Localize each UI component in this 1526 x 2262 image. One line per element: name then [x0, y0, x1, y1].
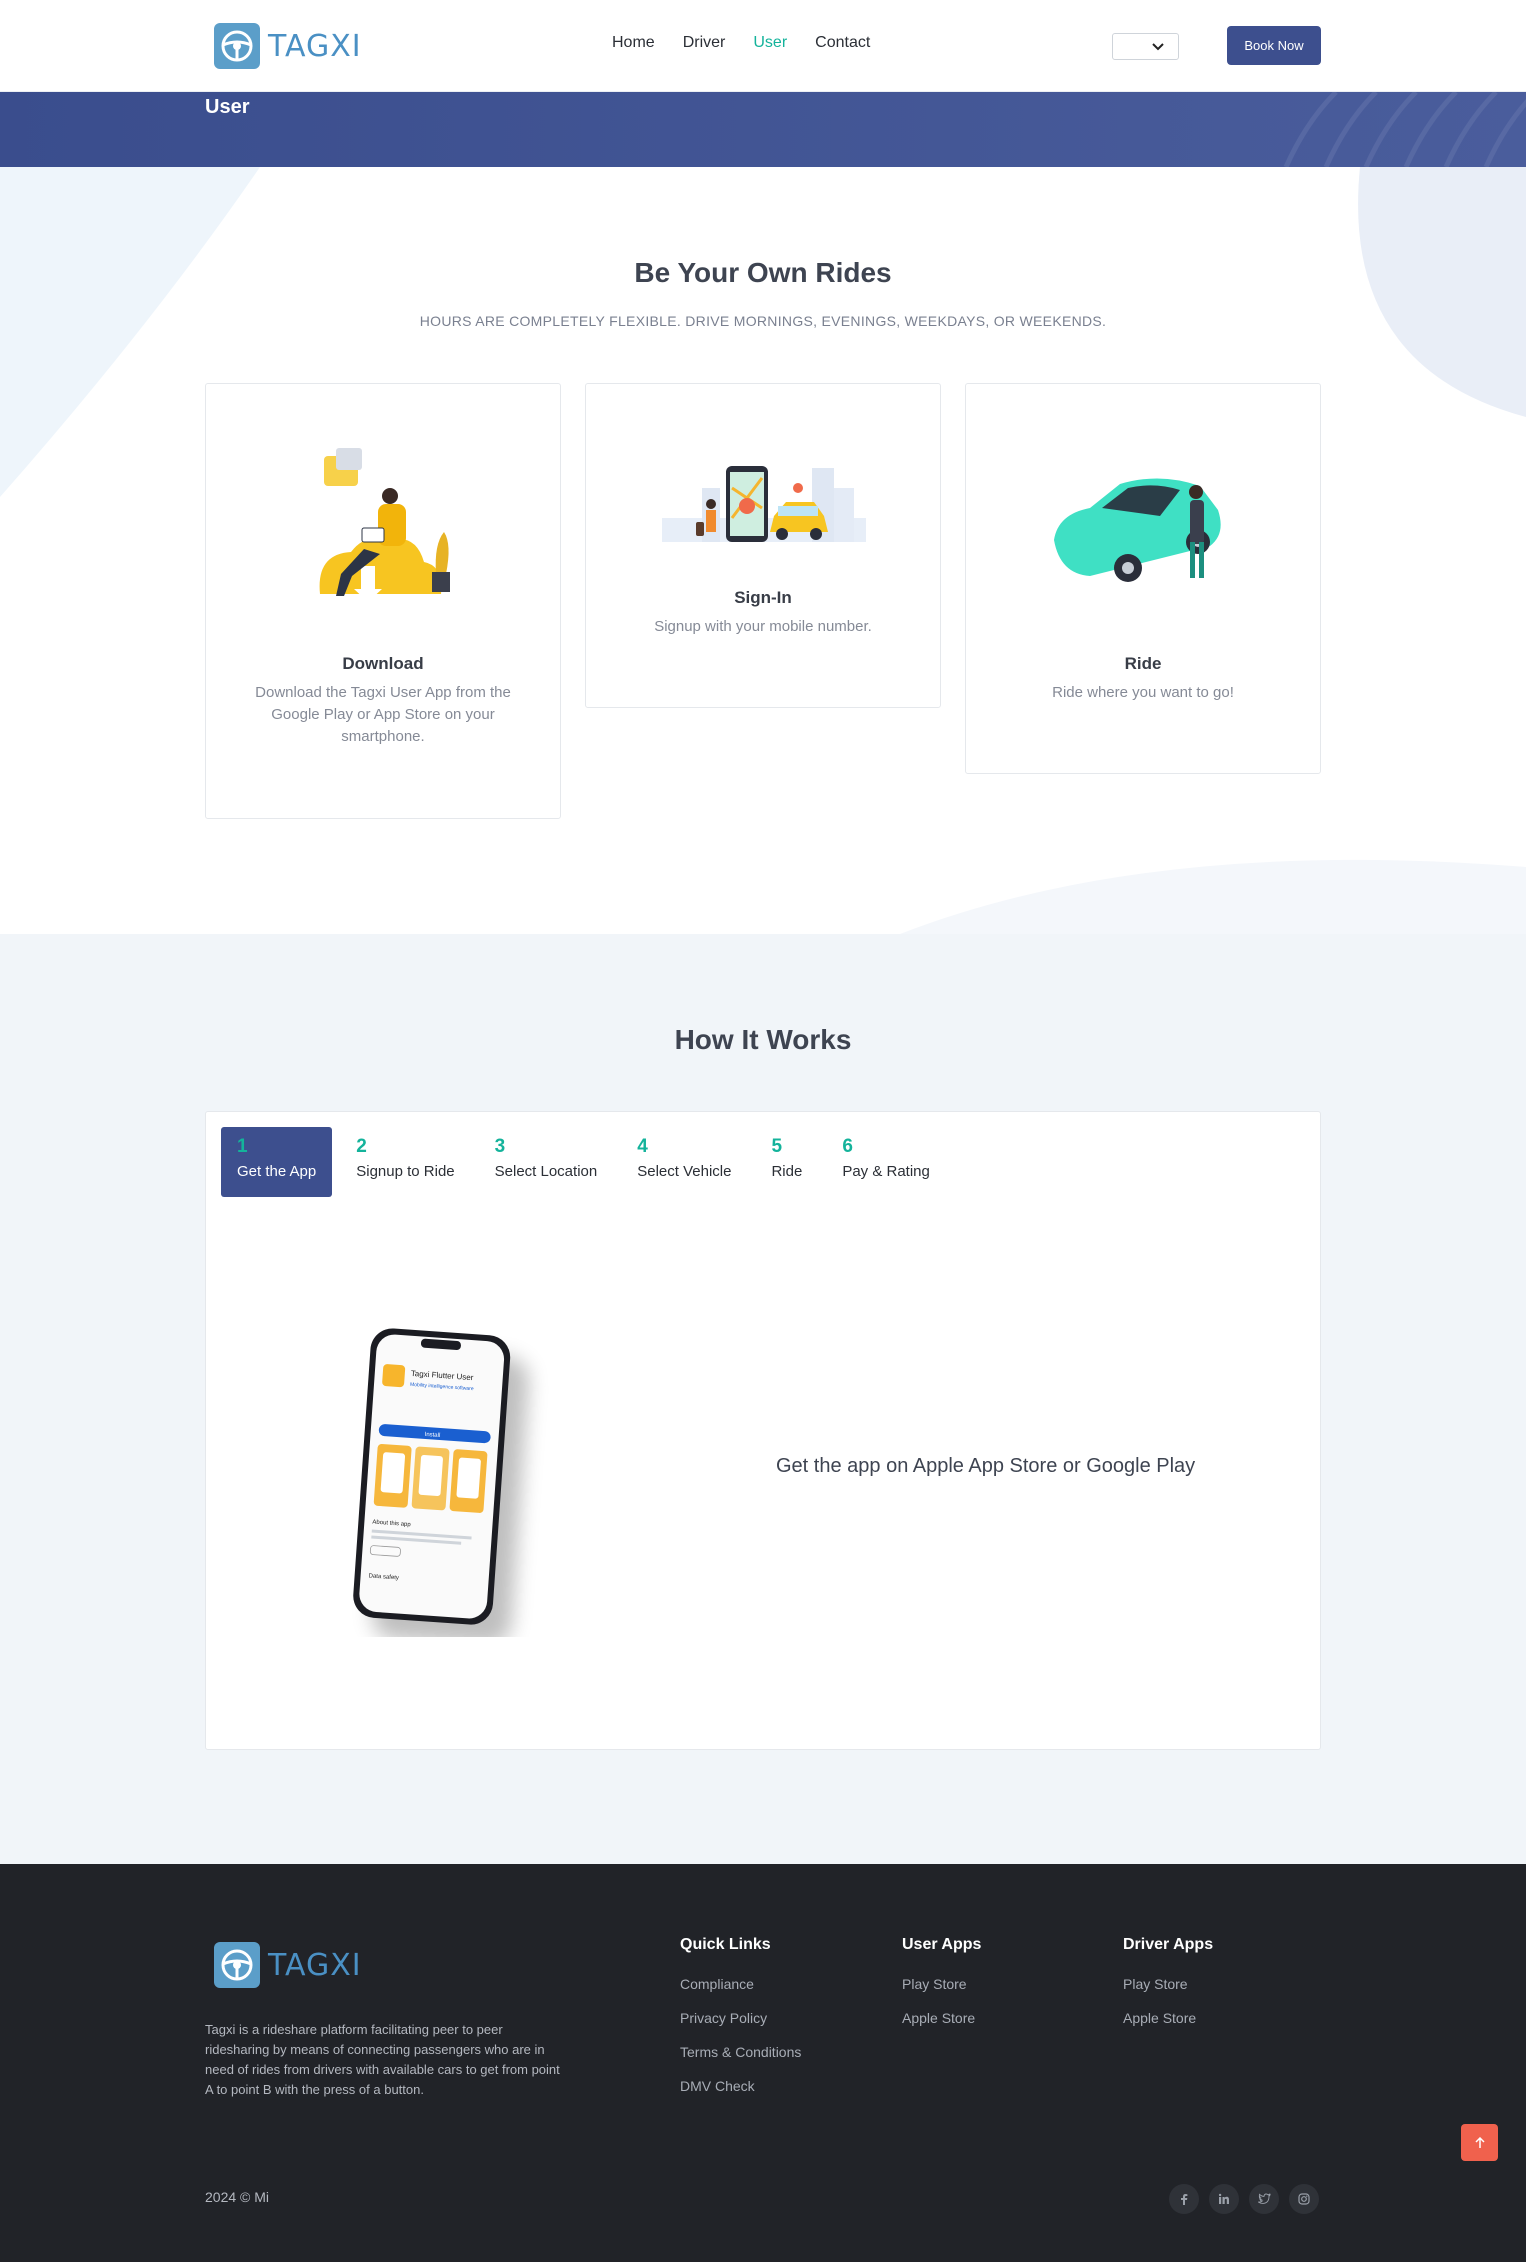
- chevron-down-icon: [1152, 42, 1164, 50]
- linkedin-icon[interactable]: [1209, 2184, 1239, 2214]
- card-title: Sign-In: [734, 588, 792, 607]
- tab-ride[interactable]: 5 Ride: [755, 1127, 818, 1197]
- book-now-button[interactable]: Book Now: [1227, 26, 1321, 65]
- nav-contact[interactable]: Contact: [815, 34, 870, 52]
- tab-number: 6: [842, 1136, 853, 1157]
- card-description: Ride where you want to go!: [1052, 684, 1234, 701]
- navbar: TAGXI Home Driver User Contact Book Now: [0, 0, 1526, 92]
- tab-number: 4: [637, 1136, 648, 1157]
- footer-heading: Driver Apps: [1123, 1936, 1214, 1953]
- footer-link-user-play-store[interactable]: Play Store: [902, 1976, 981, 1992]
- footer-user-apps: User Apps Play Store Apple Store: [902, 1936, 981, 2044]
- page-banner: User: [0, 92, 1526, 167]
- section-title: How It Works: [674, 1024, 852, 1055]
- brand-name: TAGXI: [268, 28, 362, 64]
- brand-logo[interactable]: TAGXI: [214, 23, 362, 69]
- step-card-download: Download Download the Tagxi User App fro…: [205, 383, 561, 819]
- download-illustration: [319, 448, 450, 602]
- social-links: [1169, 2184, 1319, 2214]
- tab-select-location[interactable]: 3 Select Location: [479, 1127, 614, 1197]
- steps-tabs: 1 Get the App 2 Signup to Ride 3 Select …: [221, 1127, 954, 1197]
- tab-number: 5: [771, 1136, 783, 1157]
- footer-logo[interactable]: TAGXI: [214, 1942, 362, 1988]
- tab-label: Ride: [771, 1163, 803, 1180]
- card-title: Download: [342, 654, 424, 673]
- tab-pay-and-rating[interactable]: 6 Pay & Rating: [826, 1127, 946, 1197]
- phone-mockup-image: Tagxi Flutter User Mobility intelligence…: [353, 1328, 529, 1637]
- footer-link-compliance[interactable]: Compliance: [680, 1976, 801, 1992]
- tab-signup-to-ride[interactable]: 2 Signup to Ride: [340, 1127, 470, 1197]
- own-rides-section: Be Your Own Rides HOURS ARE COMPLETELY F…: [0, 167, 1526, 934]
- how-it-works-section: How It Works 1 Get the App 2 Signup to R…: [0, 934, 1526, 1864]
- footer-quick-links: Quick Links Compliance Privacy Policy Te…: [680, 1936, 801, 2112]
- copyright: 2024 © Mi: [205, 2189, 270, 2205]
- steering-wheel-icon: [214, 1942, 260, 1988]
- step-card-signin: Sign-In Signup with your mobile number.: [585, 383, 941, 708]
- arrow-up-icon: [1474, 2136, 1485, 2148]
- card-title: Ride: [1124, 654, 1162, 673]
- tab-label: Signup to Ride: [356, 1163, 455, 1180]
- twitter-icon[interactable]: [1249, 2184, 1279, 2214]
- nav-driver[interactable]: Driver: [683, 34, 726, 52]
- footer-about: Tagxi is a rideshare platform facilitati…: [205, 2022, 560, 2097]
- tab-number: 1: [237, 1136, 248, 1157]
- page-title: User: [205, 96, 250, 118]
- section-title: Be Your Own Rides: [634, 257, 892, 288]
- signin-illustration: [662, 466, 866, 542]
- footer-heading: User Apps: [902, 1936, 982, 1953]
- step-description: Get the app on Apple App Store or Google…: [776, 1455, 1196, 1477]
- nav-user[interactable]: User: [753, 34, 787, 52]
- brand-name: TAGXI: [268, 1947, 362, 1983]
- footer-link-driver-apple-store[interactable]: Apple Store: [1123, 2010, 1213, 2026]
- tab-number: 2: [356, 1136, 367, 1157]
- ride-illustration: [1054, 478, 1221, 582]
- footer-heading: Quick Links: [680, 1936, 771, 1953]
- footer-link-terms[interactable]: Terms & Conditions: [680, 2044, 801, 2060]
- steering-wheel-icon: [214, 23, 260, 69]
- tab-get-the-app[interactable]: 1 Get the App: [221, 1127, 333, 1197]
- tab-select-vehicle[interactable]: 4 Select Vehicle: [621, 1127, 747, 1197]
- footer-driver-apps: Driver Apps Play Store Apple Store: [1123, 1936, 1213, 2044]
- footer-link-dmv[interactable]: DMV Check: [680, 2078, 801, 2094]
- footer-link-driver-play-store[interactable]: Play Store: [1123, 1976, 1213, 1992]
- main-nav: Home Driver User Contact: [612, 34, 870, 52]
- footer: TAGXI Tagxi is a rideshare platform faci…: [0, 1864, 1526, 2262]
- language-select[interactable]: [1112, 33, 1179, 60]
- tab-label: Pay & Rating: [842, 1163, 930, 1180]
- tab-label: Select Location: [494, 1163, 598, 1180]
- step-card-ride: Ride Ride where you want to go!: [965, 383, 1321, 774]
- tab-number: 3: [494, 1136, 506, 1157]
- section-subtitle: HOURS ARE COMPLETELY FLEXIBLE. DRIVE MOR…: [419, 313, 1107, 329]
- card-description: Signup with your mobile number.: [654, 618, 872, 635]
- instagram-icon[interactable]: [1289, 2184, 1319, 2214]
- how-it-works-panel: 1 Get the App 2 Signup to Ride 3 Select …: [205, 1111, 1321, 1750]
- footer-link-privacy[interactable]: Privacy Policy: [680, 2010, 801, 2026]
- tab-label: Select Vehicle: [637, 1163, 732, 1180]
- facebook-icon[interactable]: [1169, 2184, 1199, 2214]
- tab-label: Get the App: [237, 1163, 317, 1180]
- back-to-top-button[interactable]: [1461, 2124, 1498, 2161]
- footer-link-user-apple-store[interactable]: Apple Store: [902, 2010, 981, 2026]
- phone-install-label: Install: [424, 1432, 440, 1439]
- nav-home[interactable]: Home: [612, 34, 655, 52]
- card-description: Download the Tagxi User App from the Goo…: [255, 684, 511, 745]
- banner-decoration: [1283, 92, 1526, 167]
